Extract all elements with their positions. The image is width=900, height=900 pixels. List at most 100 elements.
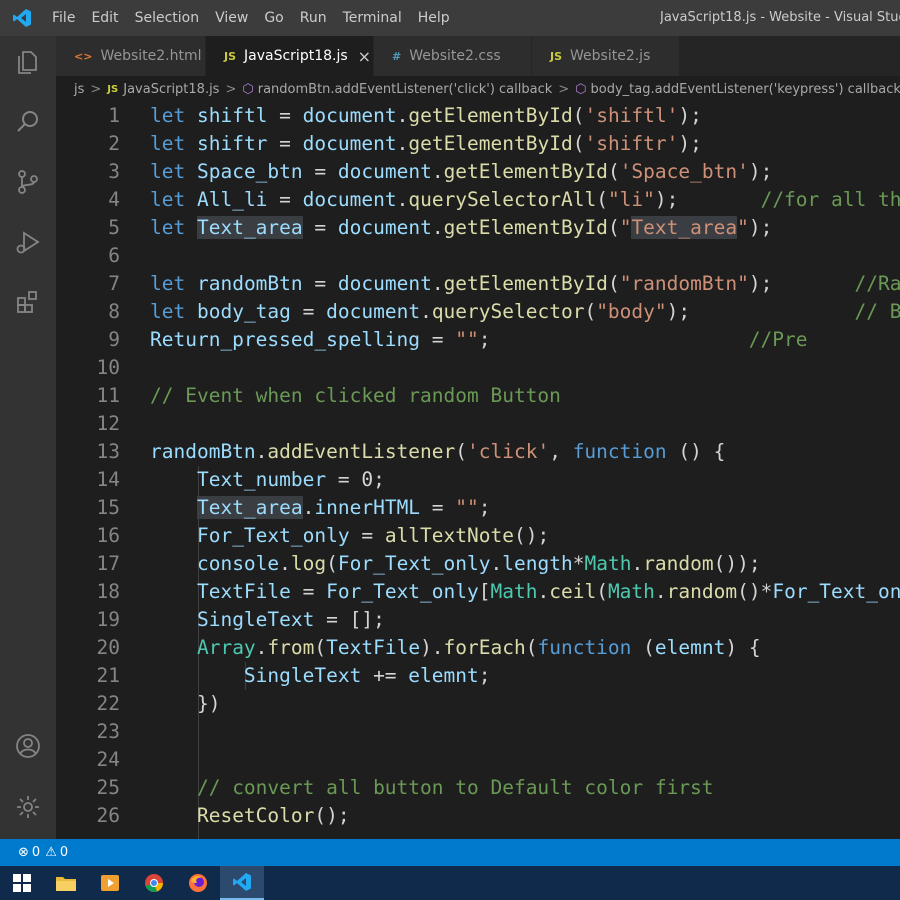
menu-selection[interactable]: Selection [127,0,208,36]
error-count: 0 [31,845,41,860]
code-line: 9 Return_pressed_spelling = ""; //Pre [56,326,900,354]
vscode-taskbar-icon[interactable] [220,866,264,900]
menu-go[interactable]: Go [256,0,291,36]
code-text: // Event when clicked random Button [150,384,561,407]
code-line: 18 TextFile = For_Text_only[Math.ceil(Ma… [56,578,900,606]
menu-edit[interactable]: Edit [83,0,126,36]
code-line: 22 }) [56,690,900,718]
window-title: JavaScript18.js - Website - Visual Studi… [660,10,900,25]
windows-taskbar [0,866,900,900]
media-player-icon[interactable] [88,866,132,900]
method-cube-icon: ⬡ [575,81,587,97]
chevron-right-icon: > [90,81,102,97]
line-number: 11 [96,384,120,407]
settings-gear-icon[interactable] [12,791,44,823]
code-line: 11 // Event when clicked random Button [56,382,900,410]
code-line: 19 SingleText = []; [56,606,900,634]
code-text: let randomBtn = document.getElementById(… [150,272,900,295]
tab-website2-css[interactable]: # Website2.css [374,36,532,76]
line-number: 17 [96,552,120,575]
line-number: 9 [108,328,120,351]
line-number: 14 [96,468,120,491]
code-line: 16 For_Text_only = allTextNote(); [56,522,900,550]
menu-bar: File Edit Selection View Go Run Terminal… [44,0,458,36]
code-text: let shiftr = document.getElementById('sh… [150,132,702,155]
breadcrumb-file[interactable]: JavaScript18.js [123,82,219,97]
file-explorer-icon[interactable] [44,866,88,900]
line-number: 12 [96,412,120,435]
activity-bar [0,36,56,839]
breadcrumb-symbol[interactable]: randomBtn.addEventListener('click') call… [258,82,553,97]
problems-indicator[interactable]: ⊗ 0 ⚠ 0 [18,845,68,860]
tab-website2-html[interactable]: <> Website2.html [56,36,206,76]
menu-help[interactable]: Help [410,0,458,36]
js-file-icon: JS [224,49,237,63]
line-number: 24 [96,748,120,771]
code-line: 14 Text_number = 0; [56,466,900,494]
code-text: Return_pressed_spelling = ""; //Pre [150,328,808,351]
run-debug-icon[interactable] [12,226,44,258]
status-bar: ⊗ 0 ⚠ 0 [0,839,900,866]
code-line: 6 [56,242,900,270]
code-line: 13 randomBtn.addEventListener('click', fu… [56,438,900,466]
code-text: Text_area.innerHTML = ""; [196,496,491,519]
line-number: 18 [96,580,120,603]
line-number: 15 [96,496,120,519]
code-line: 5 let Text_area = document.getElementById… [56,214,900,242]
line-number: 25 [96,776,120,799]
source-control-icon[interactable] [12,166,44,198]
search-icon[interactable] [12,106,44,138]
tab-javascript18-js[interactable]: JS JavaScript18.js × [206,36,374,76]
code-line: 15 Text_area.innerHTML = ""; [56,494,900,522]
chevron-right-icon: > [225,81,237,97]
breadcrumb-folder[interactable]: js [74,82,84,97]
code-editor[interactable]: 1 let shiftl = document.getElementById('s… [56,102,900,839]
warning-count: 0 [59,845,69,860]
menu-run[interactable]: Run [292,0,335,36]
line-number: 5 [108,216,120,239]
code-text: }) [150,692,221,715]
tab-website2-js[interactable]: JS Website2.js [532,36,680,76]
menu-view[interactable]: View [207,0,256,36]
line-number: 10 [96,356,120,379]
code-line: 17 console.log(For_Text_only.length*Math… [56,550,900,578]
extensions-icon[interactable] [12,286,44,318]
code-text: let Text_area = document.getElementById(… [150,216,773,239]
code-line: 2 let shiftr = document.getElementById('s… [56,130,900,158]
line-number: 26 [96,804,120,827]
line-number: 4 [108,188,120,211]
code-text: // convert all button to Default color f… [196,776,714,799]
menu-file[interactable]: File [44,0,83,36]
code-line: 3 let Space_btn = document.getElementById… [56,158,900,186]
code-text: Array.from(TextFile).forEach(function (e… [196,636,761,659]
warning-icon: ⚠ [45,845,57,860]
js-file-icon: JS [550,49,563,63]
css-file-icon: # [392,49,402,63]
account-icon[interactable] [12,730,44,762]
code-line: 23 [56,718,900,746]
windows-start-icon[interactable] [0,866,44,900]
firefox-icon[interactable] [176,866,220,900]
code-text: SingleText += elemnt; [243,664,491,687]
line-number: 3 [108,160,120,183]
line-number: 16 [96,524,120,547]
code-line: 21 SingleText += elemnt; [56,662,900,690]
menu-terminal[interactable]: Terminal [335,0,410,36]
error-icon: ⊗ [18,845,29,860]
vscode-logo-icon [0,0,44,36]
line-number: 2 [108,132,120,155]
code-line: 20 Array.from(TextFile).forEach(function… [56,634,900,662]
editor-tabs: <> Website2.html JS JavaScript18.js × # … [56,36,900,76]
chrome-icon[interactable] [132,866,176,900]
line-number: 7 [108,272,120,295]
line-number: 8 [108,300,120,323]
line-number: 22 [96,692,120,715]
tab-label: JavaScript18.js [244,48,348,64]
breadcrumb-symbol[interactable]: body_tag.addEventListener('keypress') ca… [591,82,900,97]
code-text: TextFile = For_Text_only[Math.ceil(Math.… [196,580,900,603]
explorer-icon[interactable] [12,46,44,78]
title-bar: File Edit Selection View Go Run Terminal… [0,0,900,36]
code-line: 7 let randomBtn = document.getElementById… [56,270,900,298]
close-icon[interactable]: × [358,47,371,66]
code-text: console.log(For_Text_only.length*Math.ra… [196,552,761,575]
